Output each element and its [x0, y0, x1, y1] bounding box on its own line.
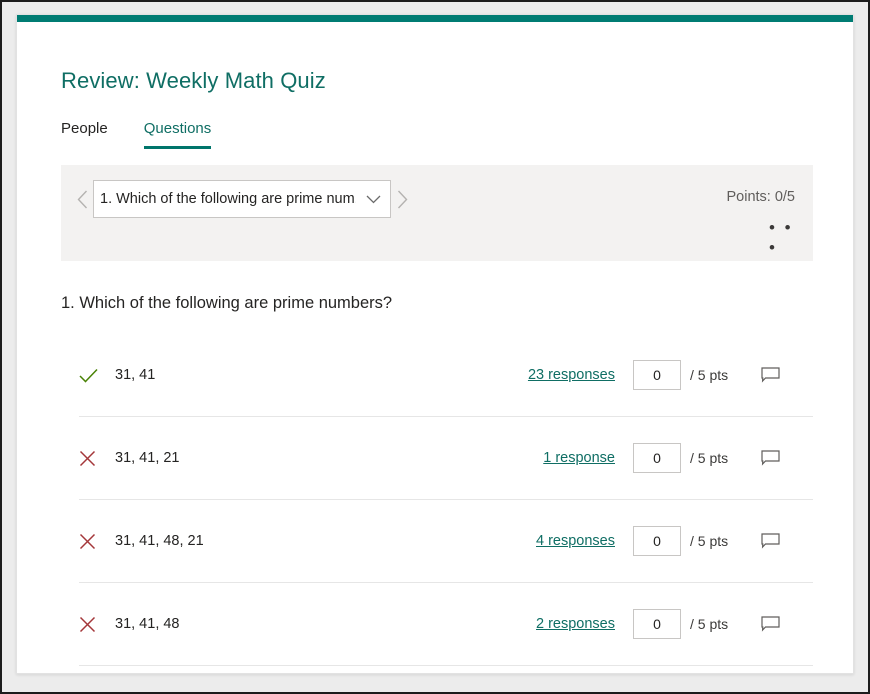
- score-cell: / 5 pts: [633, 360, 761, 390]
- question-select[interactable]: 1. Which of the following are prime num.…: [93, 180, 391, 218]
- more-options-button[interactable]: • • •: [769, 218, 799, 257]
- table-row: 31, 41, 48 2 responses / 5 pts: [79, 583, 813, 666]
- score-cell: / 5 pts: [633, 526, 761, 556]
- score-suffix: / 5 pts: [690, 450, 729, 466]
- responses-link[interactable]: 1 response: [543, 450, 615, 466]
- accent-bar: [17, 15, 853, 22]
- question-navigator-panel: 1. Which of the following are prime num.…: [61, 165, 813, 261]
- responses-link[interactable]: 2 responses: [536, 616, 615, 632]
- score-cell: / 5 pts: [633, 609, 761, 639]
- option-text: 31, 41, 48: [115, 616, 180, 632]
- responses-cell: 23 responses: [403, 366, 633, 384]
- comment-icon: [761, 616, 780, 632]
- chevron-left-icon: [77, 190, 87, 208]
- forms-review-window: Review: Weekly Math Quiz People Question…: [16, 14, 854, 674]
- responses-cell: 2 responses: [403, 615, 633, 633]
- previous-question-button[interactable]: [71, 179, 93, 219]
- comment-button[interactable]: [761, 450, 813, 466]
- question-navigator-row: 1. Which of the following are prime num.…: [61, 165, 813, 233]
- responses-cell: 1 response: [403, 449, 633, 467]
- next-question-button[interactable]: [391, 179, 413, 219]
- table-row: 31, 41 23 responses / 5 pts: [79, 334, 813, 417]
- question-heading: 1. Which of the following are prime numb…: [61, 294, 393, 312]
- chevron-right-icon: [397, 190, 407, 208]
- cross-icon: [79, 450, 96, 466]
- comment-button[interactable]: [761, 367, 813, 383]
- points-label: Points: 0/5: [726, 189, 795, 205]
- score-suffix: / 5 pts: [690, 533, 729, 549]
- option-status: [79, 533, 109, 550]
- tab-questions-label: Questions: [143, 120, 212, 137]
- option-status: [79, 450, 109, 467]
- page-title: Review: Weekly Math Quiz: [61, 68, 326, 93]
- screen-background: Review: Weekly Math Quiz People Question…: [0, 0, 870, 694]
- cross-icon: [79, 533, 96, 549]
- score-cell: / 5 pts: [633, 443, 761, 473]
- question-select-value: 1. Which of the following are prime num.…: [100, 191, 356, 207]
- option-status: [79, 616, 109, 633]
- window-content: Review: Weekly Math Quiz People Question…: [17, 22, 853, 673]
- option-status: [79, 368, 109, 383]
- score-input[interactable]: [633, 443, 681, 473]
- comment-button[interactable]: [761, 616, 813, 632]
- table-row: 31, 41, 21 1 response / 5 pts: [79, 417, 813, 500]
- score-input[interactable]: [633, 360, 681, 390]
- cross-icon: [79, 616, 96, 632]
- table-row: 31, 41, 48, 21 4 responses / 5 pts: [79, 500, 813, 583]
- comment-icon: [761, 533, 780, 549]
- score-input[interactable]: [633, 526, 681, 556]
- comment-button[interactable]: [761, 533, 813, 549]
- responses-cell: 4 responses: [403, 532, 633, 550]
- score-input[interactable]: [633, 609, 681, 639]
- answer-options-list: 31, 41 23 responses / 5 pts: [79, 334, 813, 666]
- option-text: 31, 41, 48, 21: [115, 533, 204, 549]
- check-icon: [79, 368, 98, 383]
- tab-people-label: People: [61, 120, 108, 137]
- tab-bar: People Questions: [61, 120, 247, 149]
- tab-questions[interactable]: Questions: [143, 120, 212, 149]
- responses-link[interactable]: 4 responses: [536, 533, 615, 549]
- option-text: 31, 41: [115, 367, 156, 383]
- responses-link[interactable]: 23 responses: [528, 367, 615, 383]
- option-text: 31, 41, 21: [115, 450, 180, 466]
- tab-people[interactable]: People: [61, 120, 108, 149]
- comment-icon: [761, 450, 780, 466]
- score-suffix: / 5 pts: [690, 367, 729, 383]
- chevron-down-icon: [356, 195, 390, 204]
- score-suffix: / 5 pts: [690, 616, 729, 632]
- comment-icon: [761, 367, 780, 383]
